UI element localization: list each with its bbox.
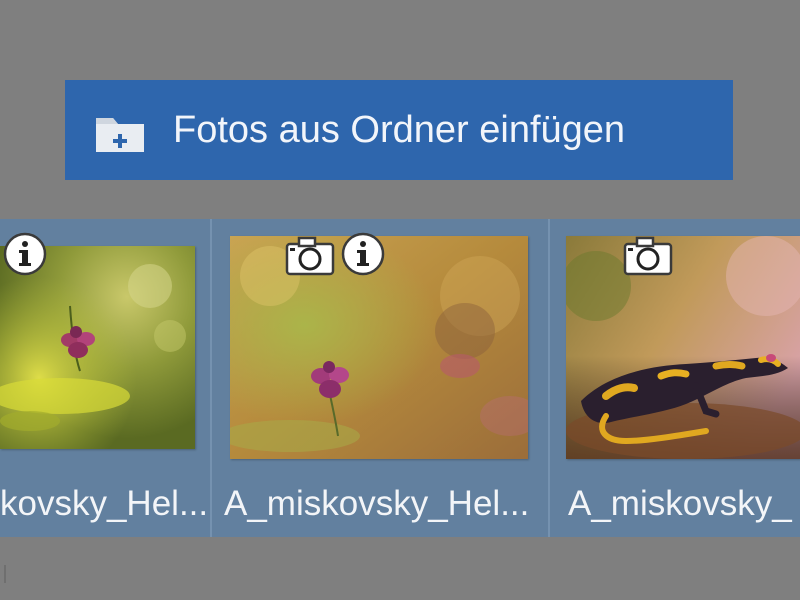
- photo-filename: A_miskovsky_Hel...: [224, 484, 530, 523]
- splitter-handle[interactable]: [4, 565, 6, 583]
- photo-filename: A_miskovsky_: [568, 484, 792, 523]
- photo-card[interactable]: kovsky_Hel...: [0, 219, 210, 537]
- photo-card[interactable]: A_miskovsky_: [550, 219, 800, 537]
- folder-plus-icon: [94, 112, 146, 154]
- thumbnail-strip[interactable]: kovsky_Hel... A_miskovsky_Hel... A_misko…: [0, 219, 800, 537]
- photo-thumbnail[interactable]: [566, 236, 800, 459]
- info-icon[interactable]: [340, 231, 386, 282]
- camera-icon[interactable]: [623, 236, 673, 281]
- add-photos-from-folder-button[interactable]: Fotos aus Ordner einfügen: [65, 80, 733, 180]
- add-photos-from-folder-label: Fotos aus Ordner einfügen: [173, 109, 626, 151]
- photo-panel: Fotos aus Ordner einfügen kovsky_Hel... …: [0, 0, 800, 600]
- photo-filename: kovsky_Hel...: [0, 484, 205, 523]
- bottom-area: [0, 537, 800, 600]
- photo-card[interactable]: A_miskovsky_Hel...: [212, 219, 548, 537]
- info-icon[interactable]: [2, 231, 48, 282]
- camera-icon[interactable]: [285, 236, 335, 281]
